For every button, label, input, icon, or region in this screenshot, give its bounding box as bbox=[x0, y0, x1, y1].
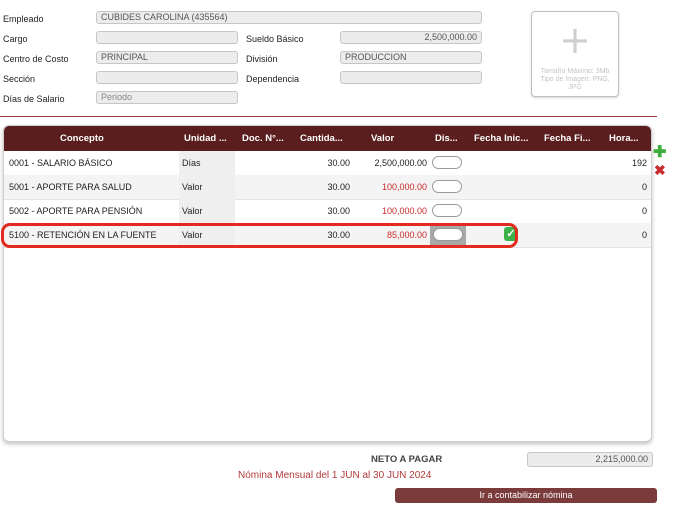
dis-toggle-cell bbox=[430, 223, 466, 247]
cell-horas[interactable]: 0 bbox=[604, 199, 647, 223]
dias-salario-label: Días de Salario bbox=[3, 94, 65, 104]
col-horas[interactable]: Hora... bbox=[609, 126, 649, 151]
col-cantidad[interactable]: Cantida... bbox=[300, 126, 352, 151]
x-icon[interactable]: ✖ bbox=[654, 163, 666, 177]
cell-horas[interactable]: 0 bbox=[604, 175, 647, 199]
cell-valor[interactable]: 2,500,000.00 bbox=[354, 151, 427, 175]
cell-fecha-inicio[interactable] bbox=[474, 175, 536, 199]
col-valor[interactable]: Valor bbox=[371, 126, 411, 151]
cell-concepto: 5100 - RETENCIÓN EN LA FUENTE bbox=[9, 230, 157, 240]
cell-fecha-fin[interactable] bbox=[544, 223, 600, 247]
col-concepto[interactable]: Concepto bbox=[60, 126, 150, 151]
cell-horas[interactable]: 0 bbox=[604, 223, 647, 247]
cell-cantidad[interactable]: 30.00 bbox=[294, 175, 350, 199]
col-dis[interactable]: Dis... bbox=[435, 126, 465, 151]
cell-doc[interactable] bbox=[240, 151, 292, 175]
cell-valor[interactable]: 85,000.00 bbox=[354, 223, 427, 247]
period-text: Nómina Mensual del 1 JUN al 30 JUN 2024 bbox=[238, 470, 432, 481]
cell-cantidad[interactable]: 30.00 bbox=[294, 151, 350, 175]
dependencia-label: Dependencia bbox=[246, 74, 300, 84]
seccion-label: Sección bbox=[3, 74, 36, 84]
centro-costo-label: Centro de Costo bbox=[3, 54, 69, 64]
col-fecha-inicio[interactable]: Fecha Inic... bbox=[474, 126, 536, 151]
payroll-concepts-table: Concepto Unidad ... Doc. N°... Cantida..… bbox=[3, 125, 652, 442]
cell-fecha-fin[interactable] bbox=[544, 175, 600, 199]
table-row[interactable]: 0001 - SALARIO BÁSICO Días 30.00 2,500,0… bbox=[4, 151, 651, 176]
sueldo-field[interactable]: 2,500,000.00 bbox=[340, 31, 482, 44]
cell-unidad[interactable]: Valor bbox=[182, 175, 232, 199]
cell-unidad[interactable]: Valor bbox=[182, 199, 232, 223]
dis-toggle[interactable] bbox=[433, 228, 463, 241]
table-header: Concepto Unidad ... Doc. N°... Cantida..… bbox=[4, 126, 651, 151]
cell-doc[interactable] bbox=[240, 175, 292, 199]
empleado-label: Empleado bbox=[3, 14, 44, 24]
photo-upload[interactable]: + Tamaño Máximo: 3Mb Tipo de Imagen: PNG… bbox=[531, 11, 619, 97]
cell-concepto: 0001 - SALARIO BÁSICO bbox=[9, 158, 113, 168]
cell-valor[interactable]: 100,000.00 bbox=[354, 199, 427, 223]
dis-toggle-cell bbox=[430, 151, 466, 175]
cell-unidad[interactable]: Días bbox=[182, 151, 232, 175]
cell-doc[interactable] bbox=[240, 223, 292, 247]
table-row[interactable]: 5001 - APORTE PARA SALUD Valor 30.00 100… bbox=[4, 175, 651, 200]
col-fecha-fin[interactable]: Fecha Fi... bbox=[544, 126, 600, 151]
cell-concepto: 5002 - APORTE PARA PENSIÓN bbox=[9, 206, 143, 216]
dis-toggle-cell bbox=[430, 199, 466, 223]
empleado-field[interactable]: CUBIDES CAROLINA (435564) bbox=[96, 11, 482, 24]
cell-concepto: 5001 - APORTE PARA SALUD bbox=[9, 182, 132, 192]
plus-icon: + bbox=[559, 18, 591, 62]
periodo-field[interactable]: Periodo bbox=[96, 91, 238, 104]
sueldo-label: Sueldo Básico bbox=[246, 34, 304, 44]
cell-horas[interactable]: 192 bbox=[604, 151, 647, 175]
neto-a-pagar-label: NETO A PAGAR bbox=[371, 454, 443, 465]
seccion-field[interactable] bbox=[96, 71, 238, 84]
cell-fecha-inicio[interactable] bbox=[474, 199, 536, 223]
photo-upload-note: Tamaño Máximo: 3Mb Tipo de Imagen: PNG, … bbox=[540, 68, 610, 91]
cell-fecha-fin[interactable] bbox=[544, 151, 600, 175]
cell-doc[interactable] bbox=[240, 199, 292, 223]
col-doc[interactable]: Doc. N°... bbox=[242, 126, 294, 151]
cell-unidad[interactable]: Valor bbox=[182, 223, 232, 247]
neto-a-pagar-field: 2,215,000.00 bbox=[527, 452, 653, 467]
checkmark-icon[interactable]: ✓ bbox=[504, 227, 518, 241]
plus-icon[interactable]: ✚ bbox=[653, 145, 666, 161]
cell-cantidad[interactable]: 30.00 bbox=[294, 199, 350, 223]
cell-fecha-fin[interactable] bbox=[544, 199, 600, 223]
dis-toggle[interactable] bbox=[432, 156, 462, 169]
cargo-field[interactable] bbox=[96, 31, 238, 44]
table-row[interactable]: 5002 - APORTE PARA PENSIÓN Valor 30.00 1… bbox=[4, 199, 651, 224]
division-field[interactable]: PRODUCCION bbox=[340, 51, 482, 64]
cell-valor[interactable]: 100,000.00 bbox=[354, 175, 427, 199]
dis-toggle[interactable] bbox=[432, 204, 462, 217]
col-unidad[interactable]: Unidad ... bbox=[184, 126, 236, 151]
cargo-label: Cargo bbox=[3, 34, 28, 44]
dependencia-field[interactable] bbox=[340, 71, 482, 84]
cell-fecha-inicio[interactable] bbox=[474, 151, 536, 175]
division-label: División bbox=[246, 54, 278, 64]
centro-costo-field[interactable]: PRINCIPAL bbox=[96, 51, 238, 64]
contabilizar-nomina-button[interactable]: Ir a contabilizar nómina bbox=[395, 488, 657, 503]
table-row-selected[interactable]: 5100 - RETENCIÓN EN LA FUENTE Valor 30.0… bbox=[4, 223, 651, 248]
dis-toggle[interactable] bbox=[432, 180, 462, 193]
section-divider bbox=[0, 116, 657, 117]
dis-toggle-cell bbox=[430, 175, 466, 199]
cell-cantidad[interactable]: 30.00 bbox=[294, 223, 350, 247]
